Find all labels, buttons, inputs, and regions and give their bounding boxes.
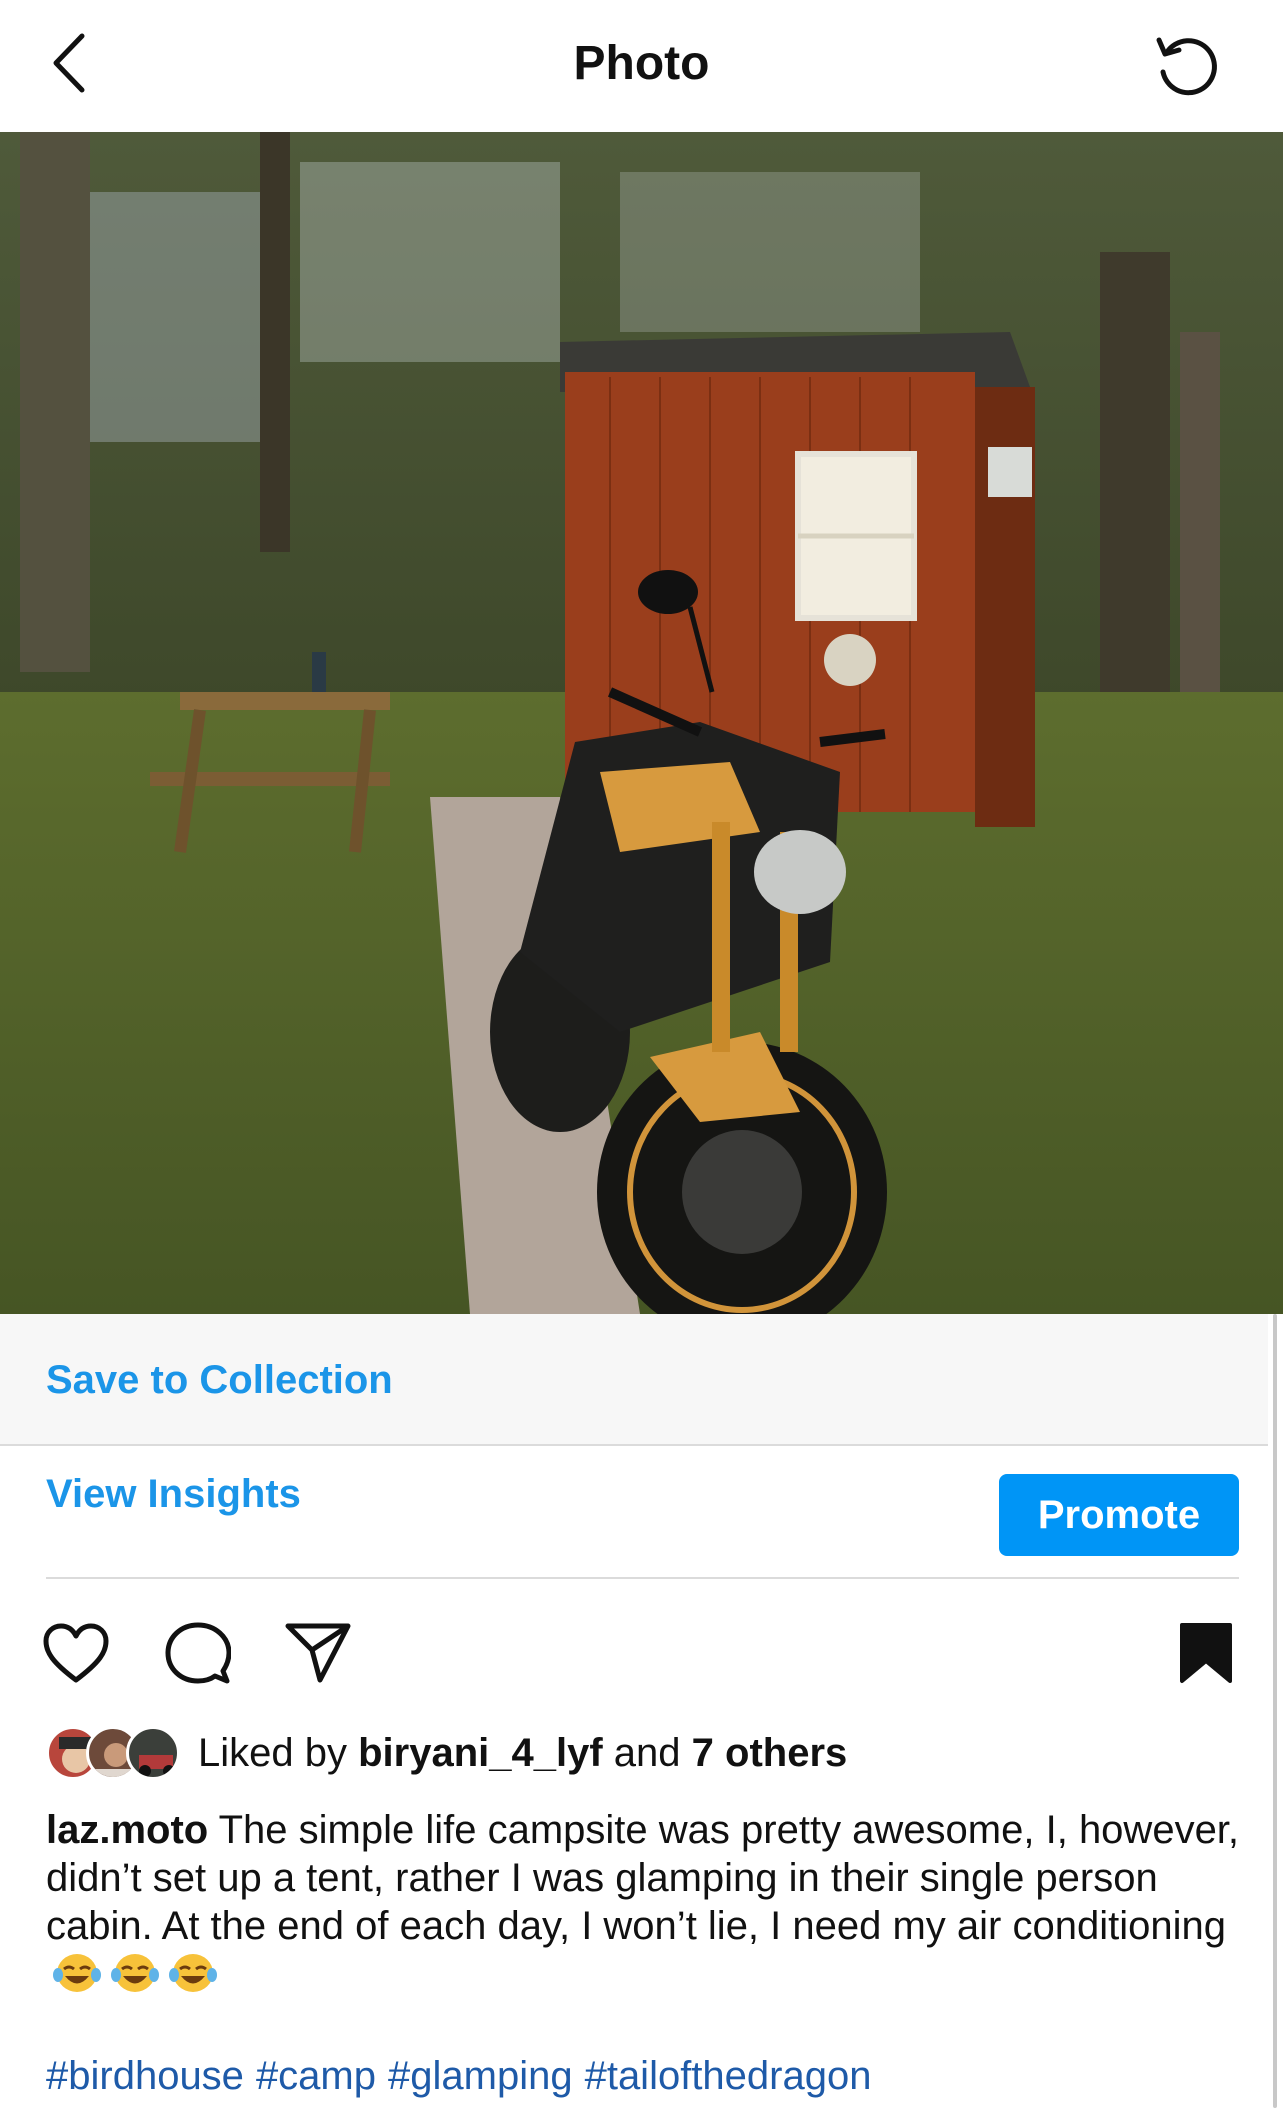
laughing-emoji-icon — [111, 1954, 159, 1992]
bookmark-icon — [1180, 1623, 1232, 1683]
laughing-emoji-icon — [169, 1954, 217, 1992]
refresh-icon — [1156, 37, 1217, 96]
likes-prefix: Liked by — [198, 1730, 359, 1775]
comment-icon — [165, 1622, 231, 1684]
liker-username[interactable]: biryani_4_lyf — [358, 1731, 603, 1775]
save-button[interactable] — [1170, 1618, 1242, 1688]
liker-avatars — [46, 1724, 186, 1782]
page-title: Photo — [573, 37, 710, 90]
like-button[interactable] — [40, 1618, 112, 1688]
promote-button[interactable]: Promote — [999, 1474, 1239, 1556]
caption-username[interactable]: laz.moto — [46, 1808, 208, 1852]
view-insights-link[interactable]: View Insights — [46, 1472, 301, 1517]
likes-summary[interactable]: Liked by biryani_4_lyf and 7 others — [46, 1720, 847, 1786]
save-to-collection-button[interactable]: Save to Collection — [46, 1358, 393, 1403]
likes-others[interactable]: 7 others — [692, 1731, 848, 1775]
motorcycle-cabin-image — [0, 132, 1283, 1314]
hashtag-link[interactable]: #birdhouse — [46, 2054, 244, 2098]
post-photo[interactable] — [0, 132, 1283, 1314]
top-bar: Photo — [0, 0, 1283, 132]
refresh-button[interactable] — [1149, 30, 1225, 102]
divider — [46, 1577, 1239, 1579]
hashtag-link[interactable]: #camp — [256, 2054, 376, 2098]
laughing-emoji-icon — [53, 1954, 101, 1992]
post-caption: laz.moto The simple life campsite was pr… — [46, 1806, 1246, 1998]
save-to-collection-strip: Save to Collection — [0, 1314, 1268, 1446]
share-button[interactable] — [282, 1618, 354, 1688]
caption-text: The simple life campsite was pretty awes… — [46, 1808, 1240, 1948]
avatar — [126, 1726, 180, 1780]
comment-button[interactable] — [162, 1618, 234, 1688]
hashtags: #birdhouse #camp #glamping #tailofthedragon — [46, 2054, 883, 2099]
scrollbar[interactable] — [1273, 1314, 1277, 2108]
likes-and: and — [602, 1730, 692, 1775]
hashtag-link[interactable]: #glamping — [388, 2054, 573, 2098]
heart-icon — [43, 1623, 109, 1683]
send-icon — [285, 1623, 351, 1683]
hashtag-link[interactable]: #tailofthedragon — [585, 2054, 872, 2098]
likes-text: Liked by biryani_4_lyf and 7 others — [198, 1731, 847, 1776]
